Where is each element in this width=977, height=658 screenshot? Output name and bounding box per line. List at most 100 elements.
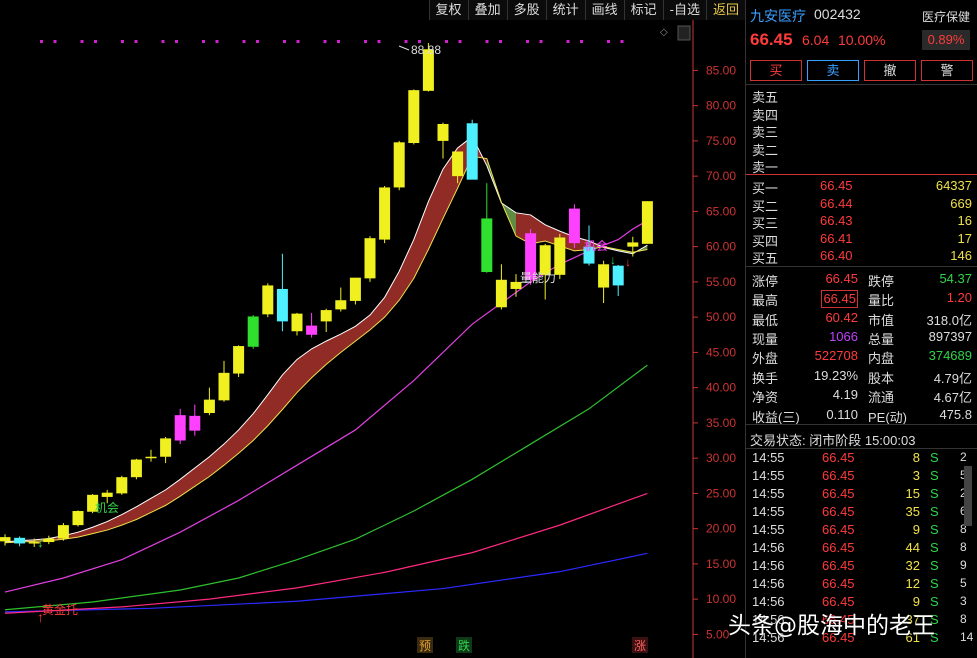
tick-count: 2 <box>960 450 967 464</box>
tick-price: 66.45 <box>822 576 855 591</box>
bid-volume: 17 <box>957 230 972 246</box>
candle-body <box>116 477 128 494</box>
watermark: 头条@股海中的老王 <box>728 613 935 639</box>
y-tick-label: 80.00 <box>706 99 736 113</box>
stat-label: 换手 <box>752 371 779 386</box>
tick-side: S <box>930 540 939 555</box>
stat-label: PE(动) <box>868 409 908 425</box>
price-change-pct: 10.00% <box>838 32 886 48</box>
stat-label: 收益(三) <box>752 409 800 425</box>
tick-volume: 44 <box>905 540 920 555</box>
stat-value: 4.79亿 <box>933 371 972 386</box>
bid-row-label: 买五 <box>752 251 779 267</box>
y-tick-label: 35.00 <box>706 416 736 430</box>
tick-side: S <box>930 468 939 483</box>
diamond-icon: ◇ <box>660 27 668 38</box>
candle-body <box>349 277 361 301</box>
signal-main-force: 量能力 <box>520 271 556 285</box>
arrow-down-icon: ↓ <box>625 255 631 269</box>
quote-panel: 九安医疗 002432 医疗保健 66.45 6.04 10.00% 0.89%… <box>745 0 977 658</box>
stat-value: 66.45 <box>821 290 858 309</box>
bid-price: 66.41 <box>820 230 853 246</box>
candle-body <box>130 459 142 478</box>
ask-row-label: 卖三 <box>752 125 779 140</box>
marker-dot <box>134 40 138 43</box>
tick-volume: 35 <box>905 504 920 519</box>
stat-label: 涨停 <box>752 274 779 289</box>
alert-button[interactable]: 警 <box>921 60 973 81</box>
sector-pct: 0.89% <box>922 30 970 50</box>
scroll-handle[interactable] <box>677 25 691 41</box>
arrow-down-icon: ↓ <box>610 253 616 267</box>
candle-body <box>145 456 157 459</box>
bottom-fall-label: 跌 <box>458 638 470 653</box>
stat-value: 4.19 <box>832 387 858 403</box>
bid-price: 66.40 <box>820 248 853 264</box>
arrow-up-icon: ↑ <box>37 609 44 625</box>
y-tick-label: 85.00 <box>706 63 736 77</box>
tick-scrollbar[interactable] <box>964 466 972 526</box>
candle-body <box>276 288 288 322</box>
stat-value: 66.45 <box>825 271 858 286</box>
tick-count: 14 <box>960 630 974 644</box>
marker-dot <box>404 40 408 43</box>
bottom-pre-label: 预 <box>419 639 431 653</box>
tick-side: S <box>930 558 939 573</box>
y-tick-label: 50.00 <box>706 310 736 324</box>
marker-dot <box>499 40 502 43</box>
tick-volume: 9 <box>912 522 920 537</box>
arrow-down-icon: ↓ <box>488 251 494 265</box>
y-tick-label: 55.00 <box>706 275 736 289</box>
ribbon-segment <box>5 136 487 543</box>
candle-body <box>466 123 478 180</box>
candle-body <box>262 285 274 315</box>
tick-time: 14:55 <box>752 486 785 501</box>
tick-side: S <box>930 504 939 519</box>
marker-dot <box>215 40 219 43</box>
marker-dot <box>607 40 610 43</box>
candle-body <box>598 264 610 288</box>
y-tick-label: 25.00 <box>706 486 736 500</box>
tick-volume: 8 <box>912 450 920 465</box>
kline-chart[interactable]: 85.00 80.00 75.00 70.00 65.00 60.00 55.00 50.00… <box>0 0 745 658</box>
tick-time: 14:55 <box>752 504 785 519</box>
stat-label: 总量 <box>868 331 895 347</box>
marker-dot <box>40 40 43 43</box>
marker-dot <box>566 40 570 43</box>
tick-price: 66.45 <box>822 450 855 465</box>
tick-volume: 15 <box>905 486 920 501</box>
signal-chance: 机会 <box>584 239 608 253</box>
stat-value: 318.0亿 <box>926 312 972 328</box>
top-dotted-line <box>40 40 624 43</box>
tick-price: 66.45 <box>822 486 855 501</box>
marker-dot <box>256 40 259 43</box>
cancel-order-button[interactable]: 撤 <box>864 60 916 81</box>
tick-volume: 3 <box>912 468 920 483</box>
tick-time: 14:55 <box>752 522 785 537</box>
sector-name[interactable]: 医疗保健 <box>922 8 970 25</box>
peak-label: 88.88 <box>411 43 441 57</box>
peak-pointer <box>398 45 410 51</box>
bid-price: 66.44 <box>820 195 853 211</box>
candle-body <box>379 187 391 240</box>
candle-body <box>291 313 303 332</box>
stat-label: 流通 <box>868 390 895 406</box>
tick-price: 66.45 <box>822 504 855 519</box>
ask-row-label: 卖二 <box>752 142 779 158</box>
marker-dot <box>539 40 543 43</box>
tick-price: 66.45 <box>822 540 855 555</box>
y-tick-label: 60.00 <box>706 240 736 254</box>
candle-body <box>247 316 259 347</box>
stat-label: 跌停 <box>868 274 895 289</box>
marker-dot <box>485 40 489 43</box>
last-price: 66.45 <box>750 30 793 49</box>
tick-side: S <box>930 522 939 537</box>
candle-body <box>452 151 464 177</box>
signal-golden: 黄金托 <box>42 602 78 617</box>
buy-button[interactable]: 买 <box>750 60 802 81</box>
stat-label: 股本 <box>868 371 895 386</box>
sell-button[interactable]: 卖 <box>807 60 859 81</box>
ask-row-label: 卖四 <box>752 107 779 123</box>
candle-body <box>408 90 420 144</box>
stat-label: 市值 <box>868 312 895 328</box>
